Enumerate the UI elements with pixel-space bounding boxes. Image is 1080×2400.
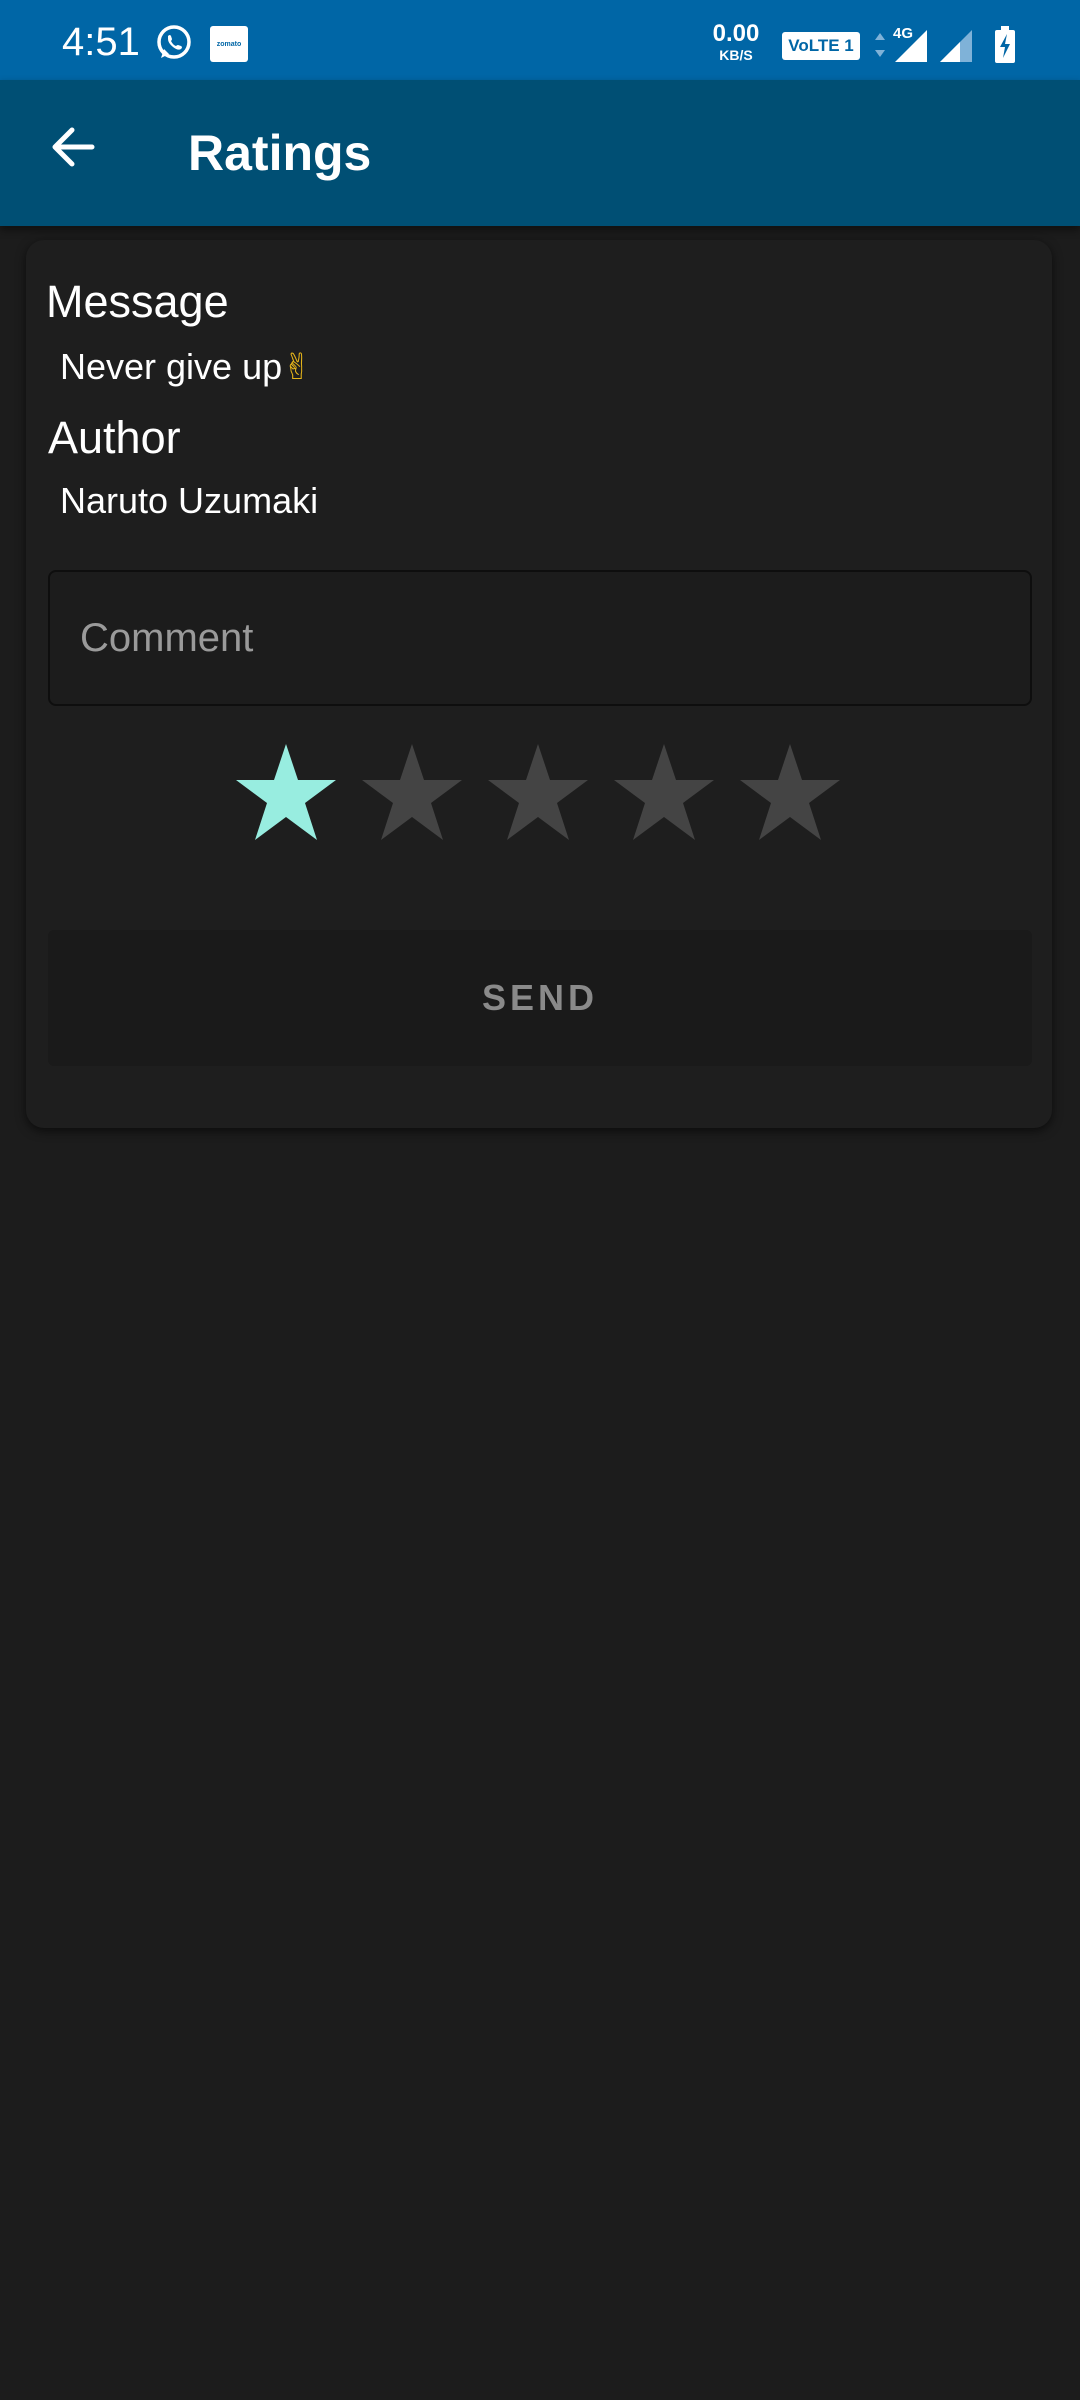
message-text-content: Never give up [60, 346, 283, 387]
zomato-icon: zomato [210, 26, 248, 62]
data-activity-icon [875, 33, 885, 57]
net-speed: 0.00 KB/S [706, 20, 766, 63]
whatsapp-icon [157, 25, 191, 59]
status-time: 4:51 [62, 20, 140, 64]
signal-icon [895, 30, 927, 62]
net-speed-unit: KB/S [719, 47, 753, 63]
signal-icon-sim2 [940, 30, 972, 62]
star-5-icon[interactable] [736, 742, 844, 848]
battery-charging-icon [995, 26, 1015, 63]
send-button[interactable]: SEND [48, 930, 1032, 1066]
comment-field[interactable] [48, 570, 1032, 706]
victory-hand-emoji: ✌ [282, 346, 313, 387]
star-4-icon[interactable] [610, 742, 718, 848]
message-label: Message [46, 276, 229, 327]
star-rating-bar[interactable] [232, 742, 872, 852]
message-text: Never give up✌ [60, 346, 312, 388]
page-title: Ratings [188, 125, 372, 181]
author-label: Author [48, 412, 181, 463]
back-arrow-icon[interactable] [48, 122, 98, 172]
comment-input[interactable] [50, 572, 1030, 704]
star-1-icon[interactable] [232, 742, 340, 848]
rating-card: Message Never give up✌ Author Naruto Uzu… [26, 240, 1052, 1128]
star-2-icon[interactable] [358, 742, 466, 848]
net-speed-value: 0.00 [712, 20, 760, 47]
status-bar: 4:51 zomato 0.00 KB/S VoLTE 1 4G [0, 0, 1080, 80]
star-3-icon[interactable] [484, 742, 592, 848]
volte-badge: VoLTE 1 [782, 32, 860, 60]
author-text: Naruto Uzumaki [60, 480, 319, 521]
app-bar: Ratings [0, 80, 1080, 226]
